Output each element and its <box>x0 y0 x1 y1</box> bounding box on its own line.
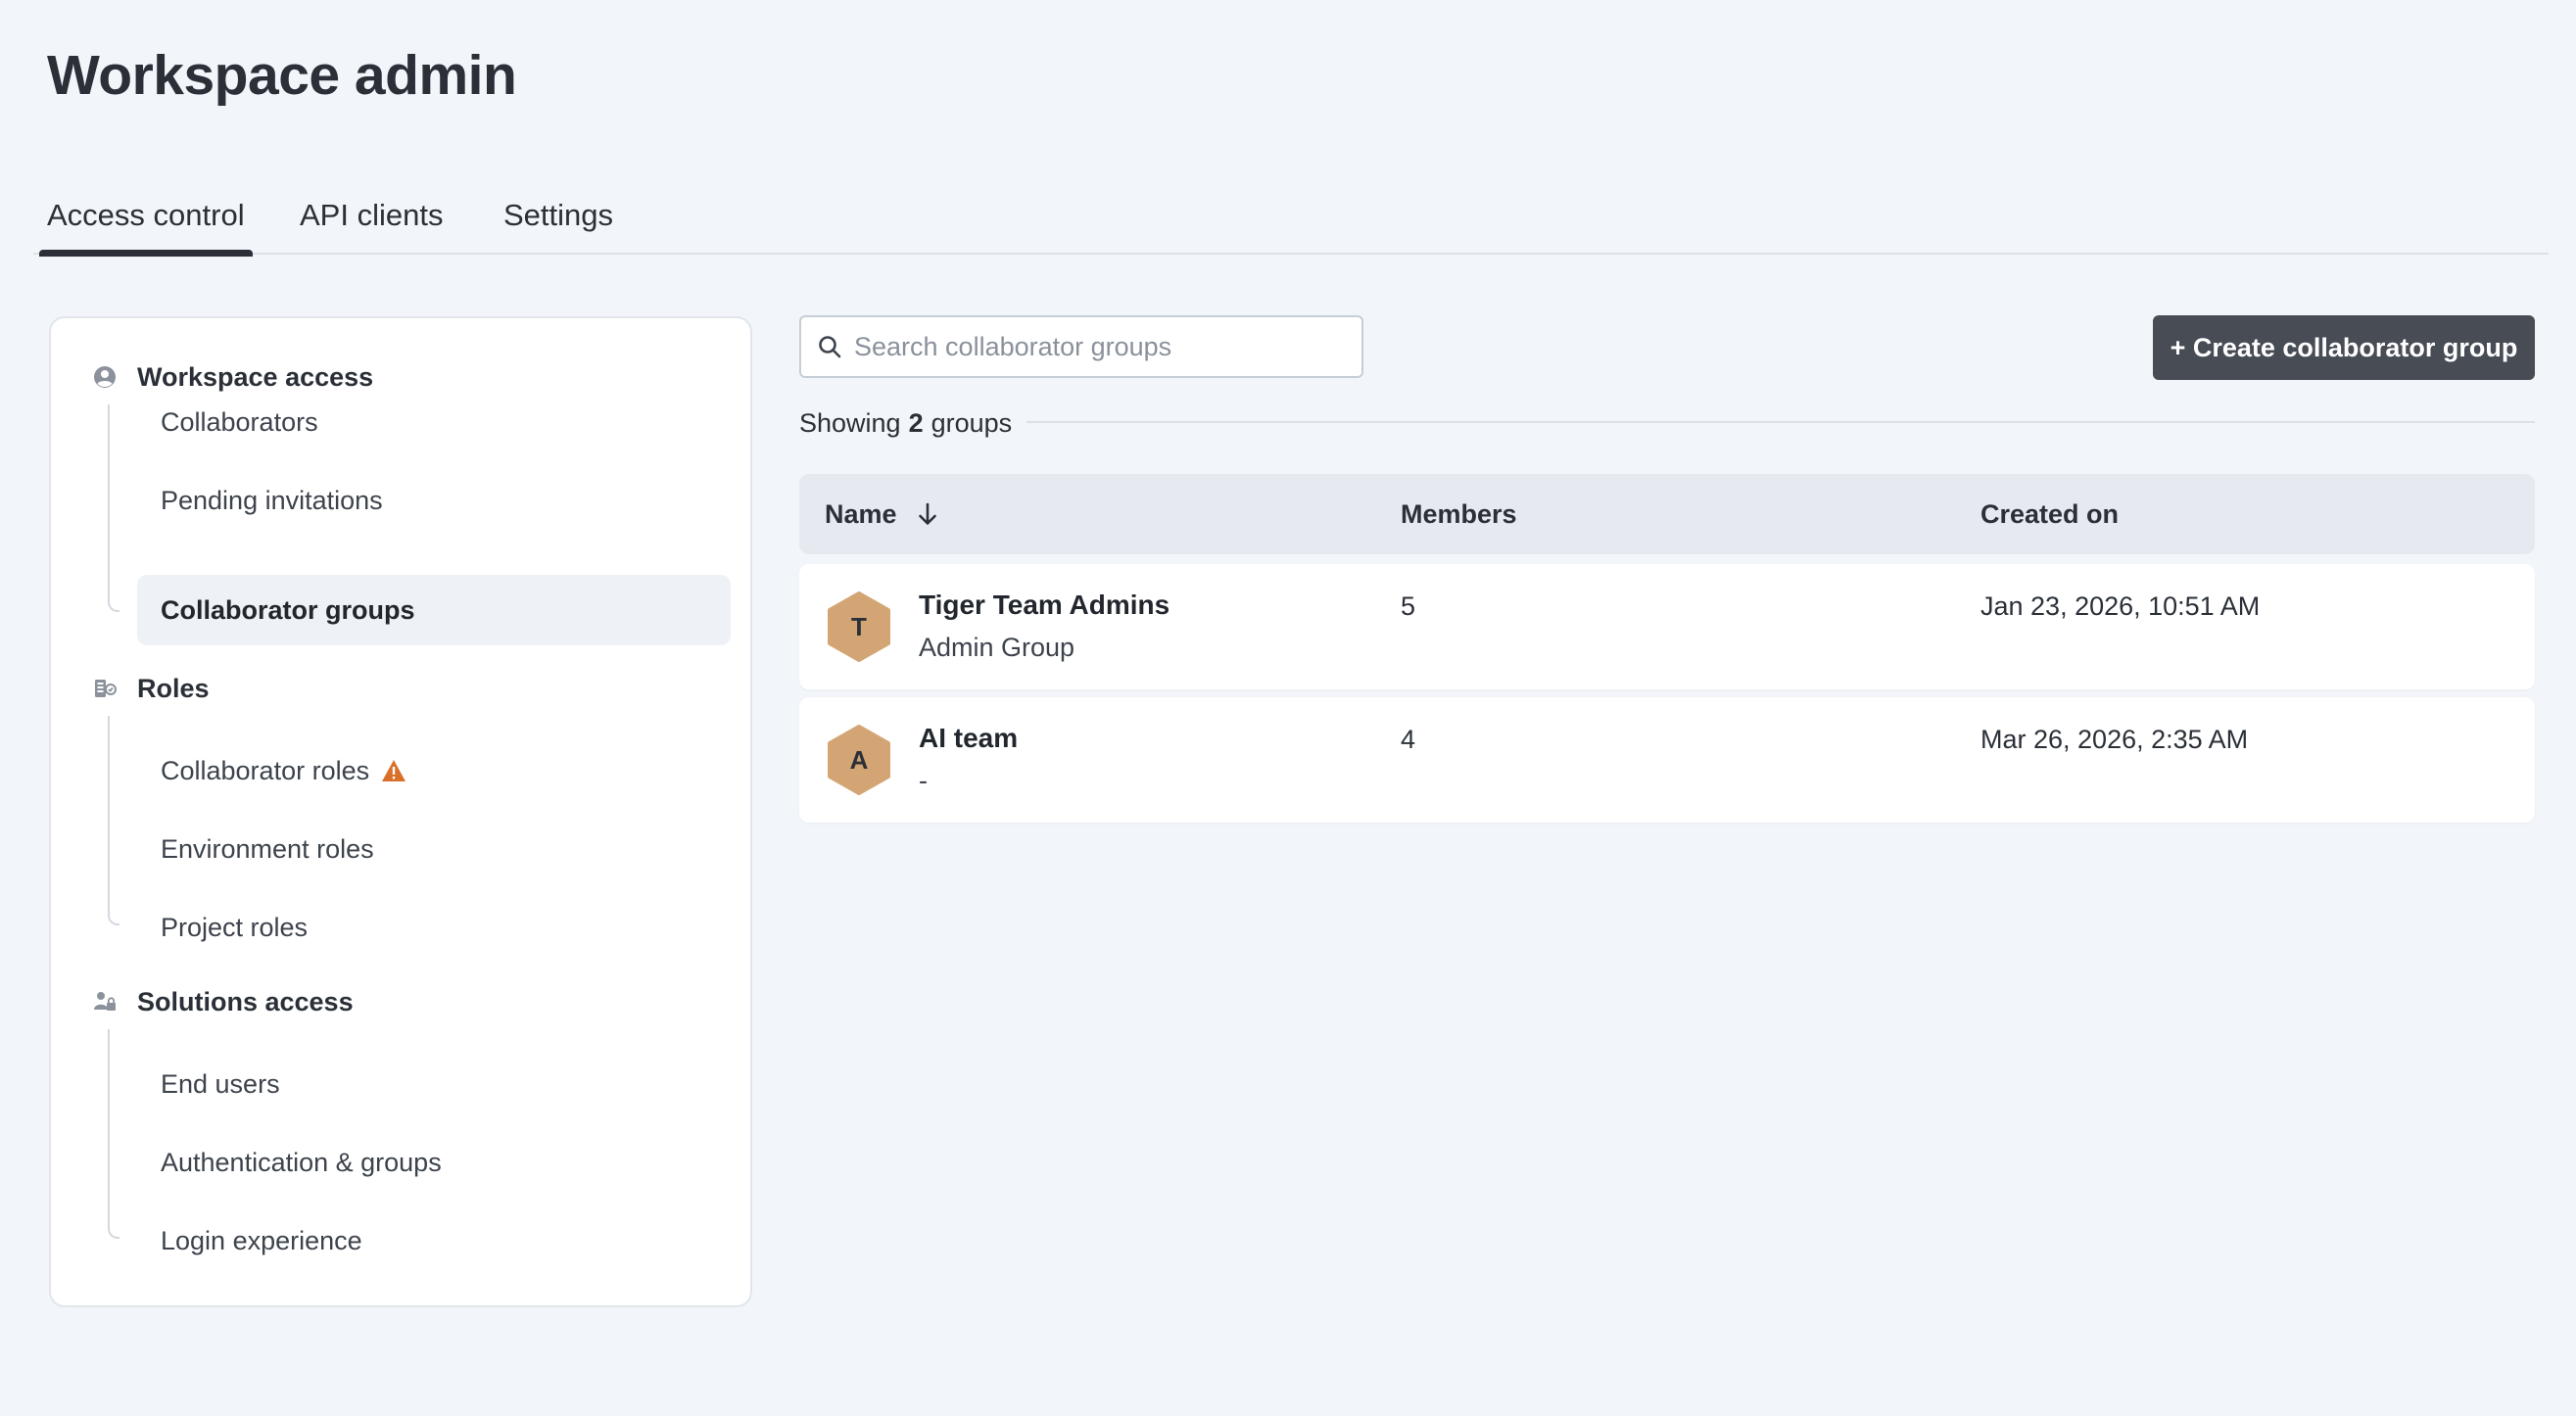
roles-icon <box>92 676 118 701</box>
column-header-created-on: Created on <box>1980 498 2120 529</box>
sidebar-item-login-experience[interactable]: Login experience <box>137 1205 731 1276</box>
access-control-sidebar: Workspace access Collaborators Pending i… <box>49 316 752 1307</box>
group-name: AI team <box>919 723 1019 753</box>
column-label: Name <box>825 498 897 529</box>
page-title: Workspace admin <box>47 44 517 107</box>
sidebar-item-label: Login experience <box>161 1225 362 1255</box>
tree-connector <box>108 1029 119 1239</box>
avatar-initial: A <box>849 744 869 775</box>
sidebar-item-collaborators[interactable]: Collaborators <box>137 387 731 457</box>
member-count: 4 <box>1401 725 1416 754</box>
create-collaborator-group-button[interactable]: + Create collaborator group <box>2153 315 2535 380</box>
sidebar-item-environment-roles[interactable]: Environment roles <box>137 814 731 884</box>
group-name: Tiger Team Admins <box>919 590 1170 620</box>
group-description: Admin Group <box>919 633 1075 662</box>
tab-access-control[interactable]: Access control <box>39 186 253 257</box>
sidebar-item-label: Environment roles <box>161 833 374 864</box>
sidebar-item-authentication-groups[interactable]: Authentication & groups <box>137 1127 731 1198</box>
sort-descending-icon[interactable] <box>915 501 940 527</box>
workspace-admin-page: Workspace admin Access control API clien… <box>0 0 2576 1416</box>
divider <box>1026 421 2535 423</box>
sidebar-item-label: Collaborator groups <box>161 594 415 625</box>
sidebar-item-pending-invitations[interactable]: Pending invitations <box>137 465 731 536</box>
search-icon <box>817 334 842 359</box>
section-roles: Roles <box>92 667 210 710</box>
summary-count: 2 <box>908 407 924 438</box>
table-row[interactable]: A AI team - 4 Mar 26, 2026, 2:35 AM <box>799 697 2535 823</box>
created-date: Mar 26, 2026, 2:35 AM <box>1980 725 2249 754</box>
avatar: T <box>827 591 891 662</box>
member-count: 5 <box>1401 591 1416 621</box>
sidebar-item-project-roles[interactable]: Project roles <box>137 892 731 963</box>
tab-api-clients[interactable]: API clients <box>300 186 443 255</box>
user-lock-icon <box>92 989 118 1015</box>
table-row[interactable]: T Tiger Team Admins Admin Group 5 Jan 23… <box>799 564 2535 689</box>
tree-connector <box>108 404 119 612</box>
group-count-summary: Showing 2 groups <box>799 403 1012 443</box>
sidebar-item-collaborator-roles[interactable]: Collaborator roles <box>137 735 731 806</box>
sidebar-item-collaborator-groups[interactable]: Collaborator groups <box>137 575 731 645</box>
summary-suffix: groups <box>930 407 1013 438</box>
column-header-members: Members <box>1401 498 1517 529</box>
sidebar-item-label: End users <box>161 1068 280 1099</box>
tree-connector <box>108 716 119 925</box>
created-date: Jan 23, 2026, 10:51 AM <box>1980 591 2261 621</box>
user-circle-icon <box>92 364 118 390</box>
sidebar-item-label: Authentication & groups <box>161 1147 442 1177</box>
sidebar-item-label: Collaborator roles <box>161 755 370 785</box>
sidebar-item-label: Project roles <box>161 912 309 942</box>
summary-prefix: Showing <box>799 407 901 438</box>
group-description: - <box>919 766 928 795</box>
sidebar-item-end-users[interactable]: End users <box>137 1049 731 1119</box>
warning-icon <box>381 759 406 782</box>
search-field[interactable] <box>799 315 1363 378</box>
avatar: A <box>827 725 891 795</box>
sidebar-item-label: Collaborators <box>161 406 318 437</box>
column-header-name[interactable]: Name <box>825 474 940 554</box>
tab-settings[interactable]: Settings <box>503 186 613 255</box>
search-input[interactable] <box>854 331 1361 362</box>
avatar-initial: T <box>851 611 867 641</box>
sidebar-item-label: Pending invitations <box>161 485 383 515</box>
section-title: Solutions access <box>137 986 354 1016</box>
section-solutions-access: Solutions access <box>92 980 354 1023</box>
section-title: Roles <box>137 673 210 703</box>
tab-bar: Access control API clients Settings <box>33 186 2549 257</box>
table-header: Name Members Created on <box>799 474 2535 554</box>
